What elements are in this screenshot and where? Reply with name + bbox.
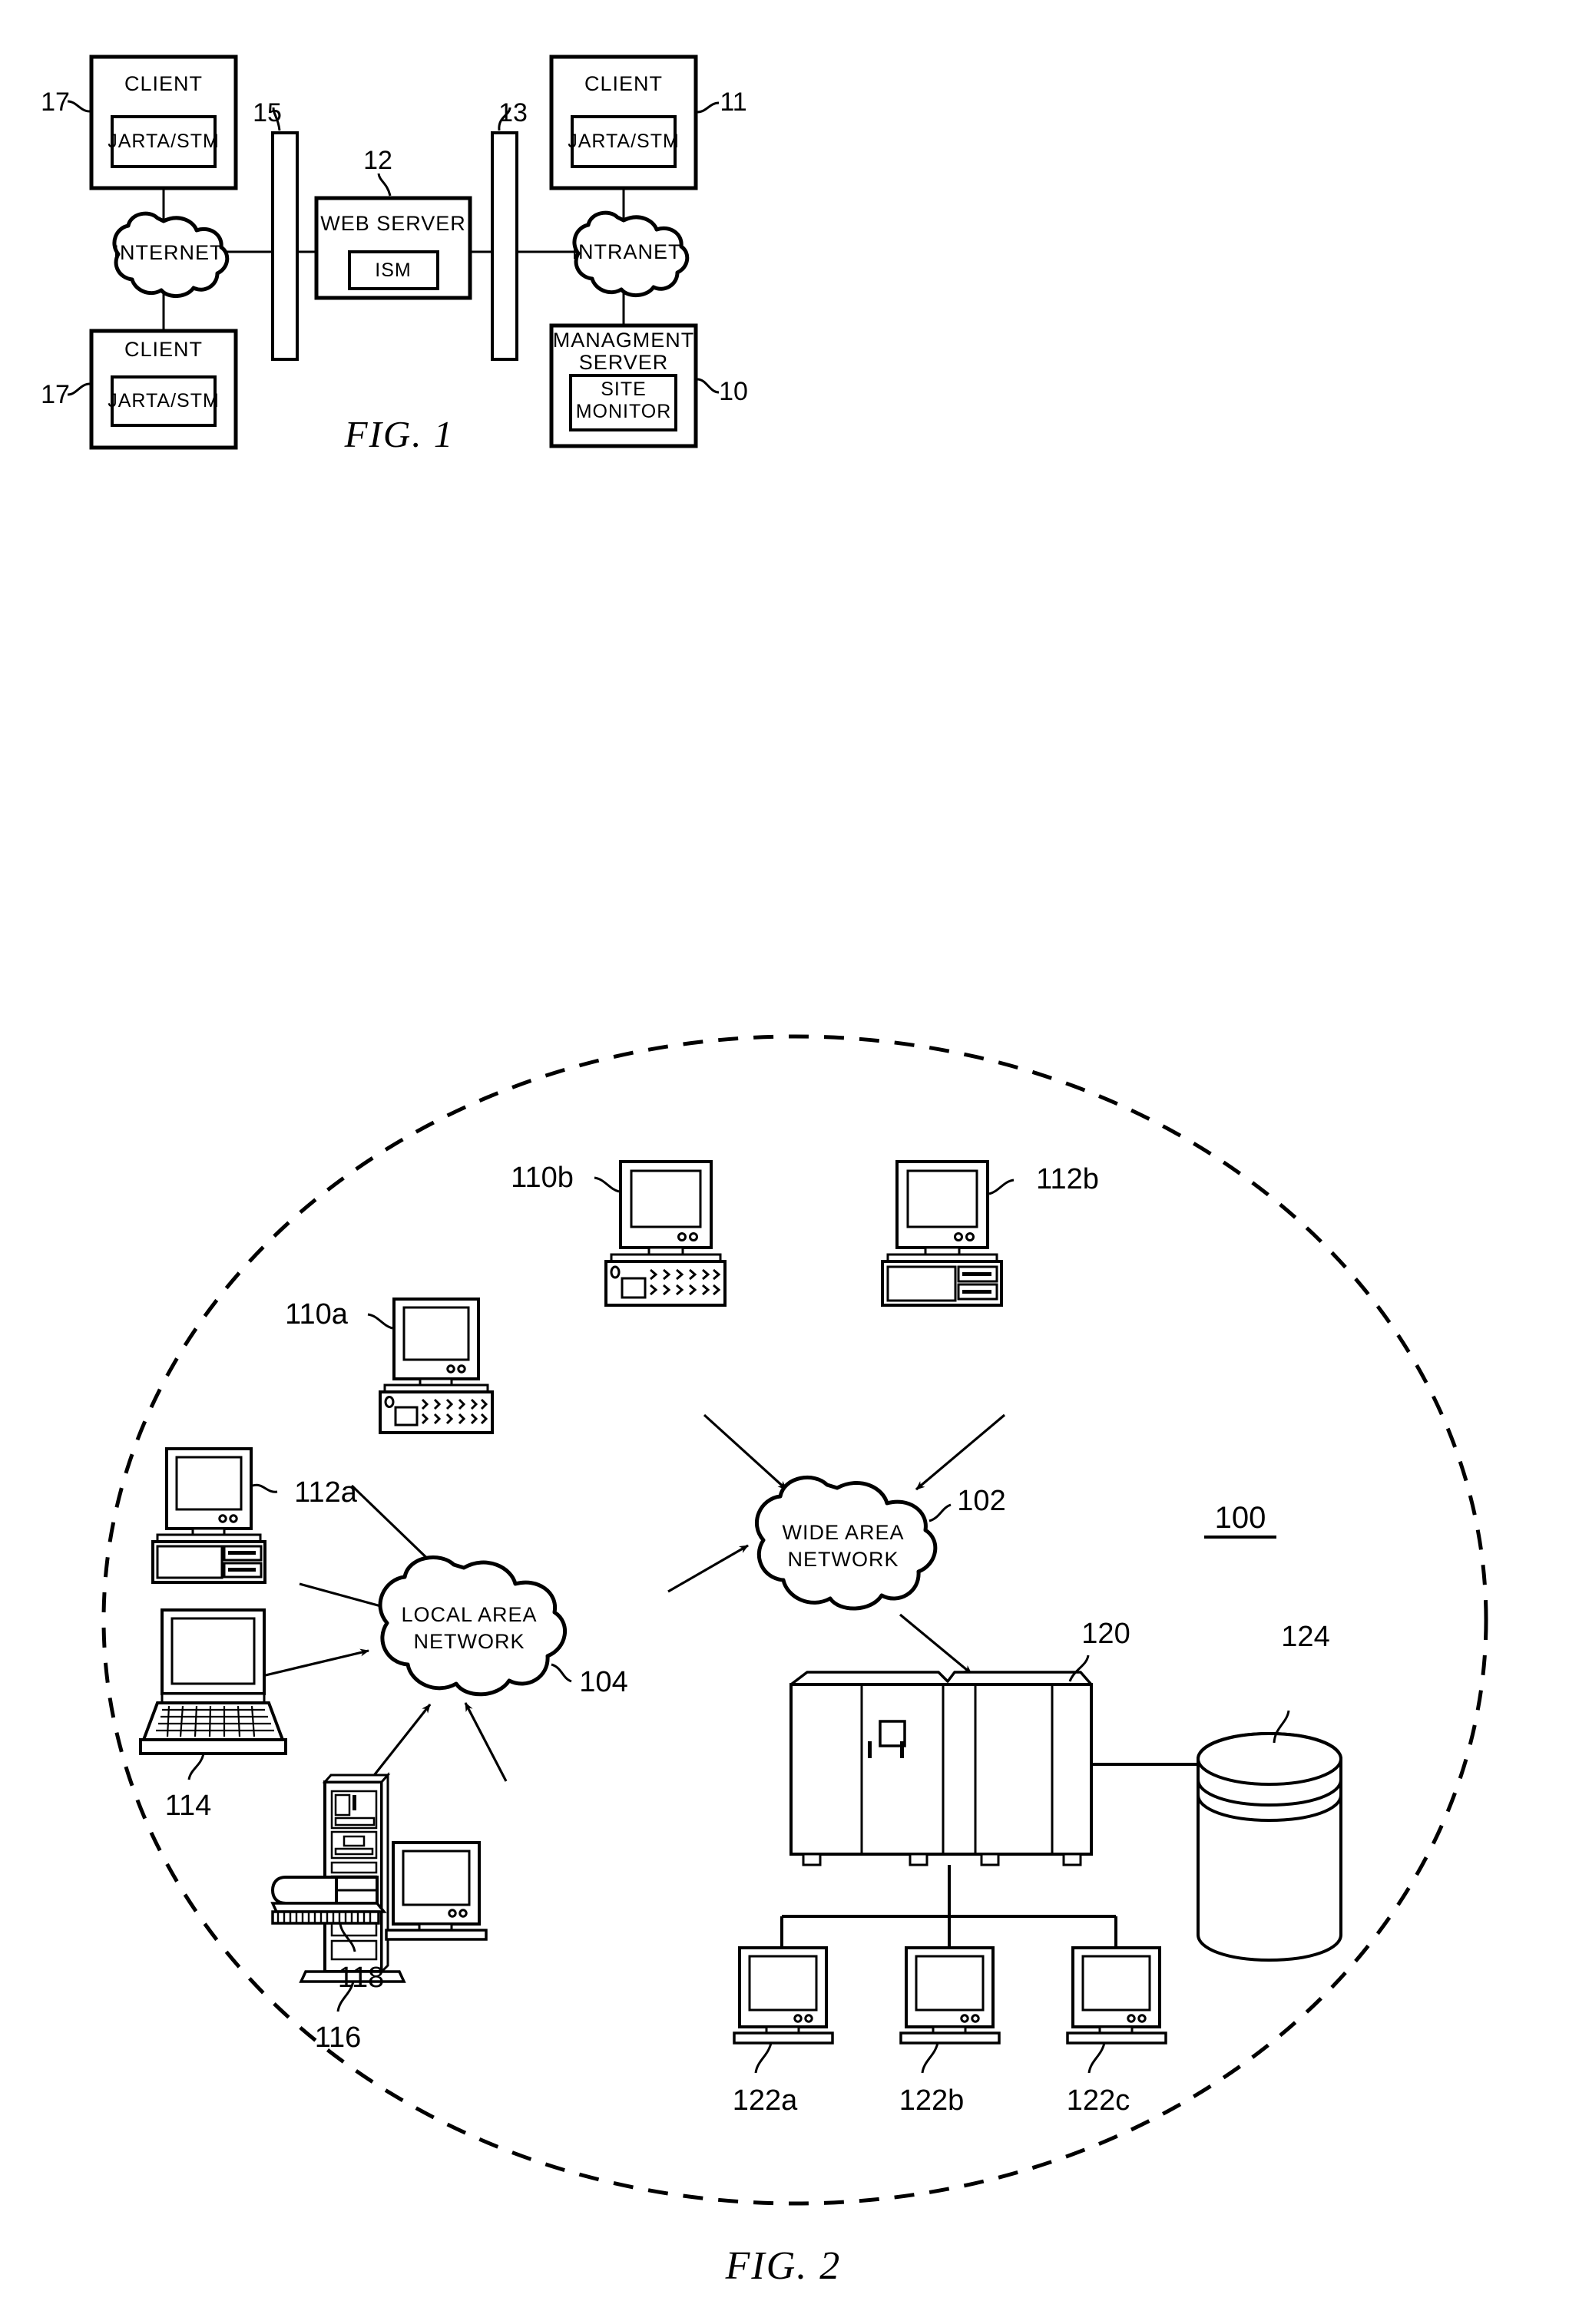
client-module-label: JARTA/STM [568,131,680,152]
ref-104: 104 [579,1666,627,1698]
figure-1-caption: FIG. 1 [344,413,455,455]
ref-102: 102 [957,1485,1005,1517]
fig1-management-server: MANAGMENT SERVER SITE MONITOR [549,323,698,448]
fig2-device-118 [270,1876,387,1925]
ref-11: 11 [720,88,746,117]
ref-112a: 112a [294,1476,358,1509]
mgmt-title-line2: SERVER [579,351,669,374]
ref-122b: 122b [899,2084,965,2117]
system-ref-100: 100 [1204,1501,1276,1539]
patent-drawing-sheet: 15 13 CLIENT JARTA/STM 17 CLIENT JARTA/S… [0,0,1569,2324]
client-title: CLIENT [584,72,663,95]
ref-15: 15 [253,98,282,127]
client-module-label: JARTA/STM [108,131,220,152]
firewall-bar-13 [491,131,518,361]
wan-label-line1: WIDE AREA [782,1521,904,1544]
client-title: CLIENT [124,338,203,361]
internet-cloud-label: INTERNET [114,241,223,264]
fig2-desktop-110a [379,1298,494,1434]
ref-118: 118 [338,1962,385,1994]
fig2-desktop-112a [151,1447,266,1584]
web-server-title: WEB SERVER [320,212,466,235]
ref-17-bottom: 17 [41,380,70,409]
ref-124: 124 [1281,1621,1329,1653]
mgmt-title-line1: MANAGMENT [553,329,695,352]
ref-120: 120 [1081,1618,1130,1650]
ref-116: 116 [315,2022,362,2054]
fig2-mainframe-120 [789,1671,1093,1866]
client-module-label: JARTA/STM [108,390,220,412]
ref-12: 12 [363,146,392,175]
firewall-bar-15 [271,131,299,361]
ref-13: 13 [498,98,528,127]
drawing-canvas: 15 13 CLIENT JARTA/STM 17 CLIENT JARTA/S… [0,0,1569,2324]
fig2-laptop-114 [139,1608,287,1755]
wan-label-line2: NETWORK [788,1548,899,1571]
fig2-desktop-110b [604,1160,727,1307]
site-monitor-line2: MONITOR [576,401,672,422]
ref-114: 114 [165,1790,212,1822]
lan-label-line2: NETWORK [414,1630,525,1653]
ref-17-top: 17 [41,88,70,117]
ref-122a: 122a [733,2084,798,2117]
ism-module-label: ISM [375,260,411,281]
ref-110a: 110a [285,1298,349,1331]
ref-122c: 122c [1067,2084,1130,2117]
fig1-client-bottom-left: CLIENT JARTA/STM [89,329,238,450]
fig1-web-server: WEB SERVER ISM [314,196,472,300]
client-title: CLIENT [124,72,203,95]
ref-10: 10 [719,377,748,406]
figure-2-caption: FIG. 2 [725,2244,842,2288]
lan-label-line1: LOCAL AREA [401,1603,537,1626]
site-monitor-line1: SITE [601,379,647,400]
ref-110b: 110b [511,1162,574,1194]
intranet-cloud-label: INTRANET [572,240,682,263]
ref-100: 100 [1215,1501,1266,1535]
ref-112b: 112b [1036,1163,1099,1195]
fig1-client-top-left: CLIENT JARTA/STM [89,55,238,190]
fig1-client-top-right: CLIENT JARTA/STM [549,55,698,190]
fig2-desktop-112b [881,1160,1003,1307]
